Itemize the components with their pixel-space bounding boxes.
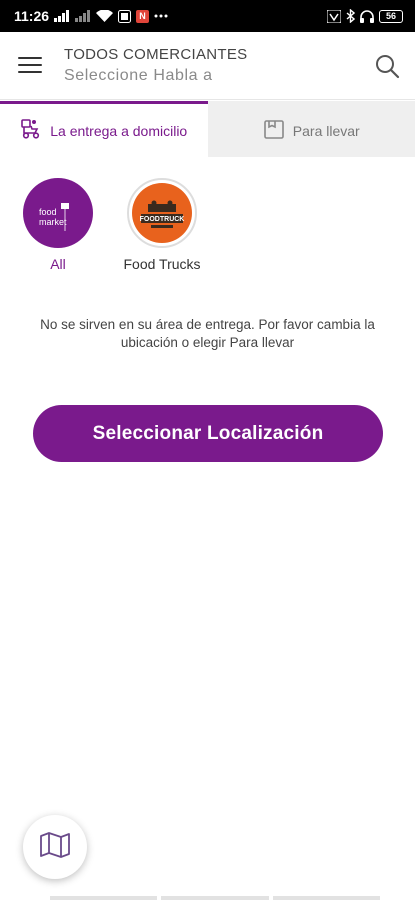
bottom-divider [50,896,380,900]
bluetooth-icon [346,9,355,23]
status-time: 11:26 [14,8,50,24]
notification-icon [118,9,132,23]
signal-icon [75,10,91,22]
select-location-button[interactable]: Seleccionar Localización [33,405,383,462]
headphones-icon [360,9,374,23]
address-selector[interactable]: Seleccione Habla a [64,67,213,85]
more-icon [154,14,168,18]
category-all[interactable]: food market All [22,178,94,272]
vowifi-icon [327,9,341,23]
delivery-icon [20,118,42,143]
search-icon[interactable] [373,52,401,80]
map-icon [39,831,71,864]
hamburger-menu-icon[interactable] [14,52,46,78]
category-food-trucks-label: Food Trucks [123,256,201,272]
tab-pickup[interactable]: Para llevar [207,101,415,157]
svg-text:food: food [39,207,57,217]
svg-text:market: market [39,217,67,227]
tab-pickup-label: Para llevar [292,122,360,139]
food-market-logo: food market [23,178,93,248]
category-all-label: All [50,256,66,272]
food-truck-logo: FOODTRUCK [127,178,197,248]
status-left: 11:26 N [14,8,168,24]
map-button[interactable] [23,815,87,879]
wifi-icon [96,10,114,22]
status-right: 56 [327,9,403,23]
bag-icon [263,118,285,143]
tab-bar: La entrega a domicilio Para llevar [0,101,415,157]
signal-icon [54,10,70,22]
status-bar: 11:26 N 56 [0,0,415,32]
header-title: TODOS COMERCIANTES [64,46,248,63]
category-food-trucks[interactable]: FOODTRUCK Food Trucks [112,178,212,272]
app-notification-icon: N [136,9,150,23]
delivery-unavailable-notice: No se sirven en su área de entrega. Por … [40,317,375,350]
app-header: TODOS COMERCIANTES Seleccione Habla a [0,32,415,100]
svg-text:FOODTRUCK: FOODTRUCK [140,216,185,223]
tab-delivery-label: La entrega a domicilio [50,122,188,139]
tab-delivery[interactable]: La entrega a domicilio [0,101,208,157]
battery-icon: 56 [379,9,403,23]
